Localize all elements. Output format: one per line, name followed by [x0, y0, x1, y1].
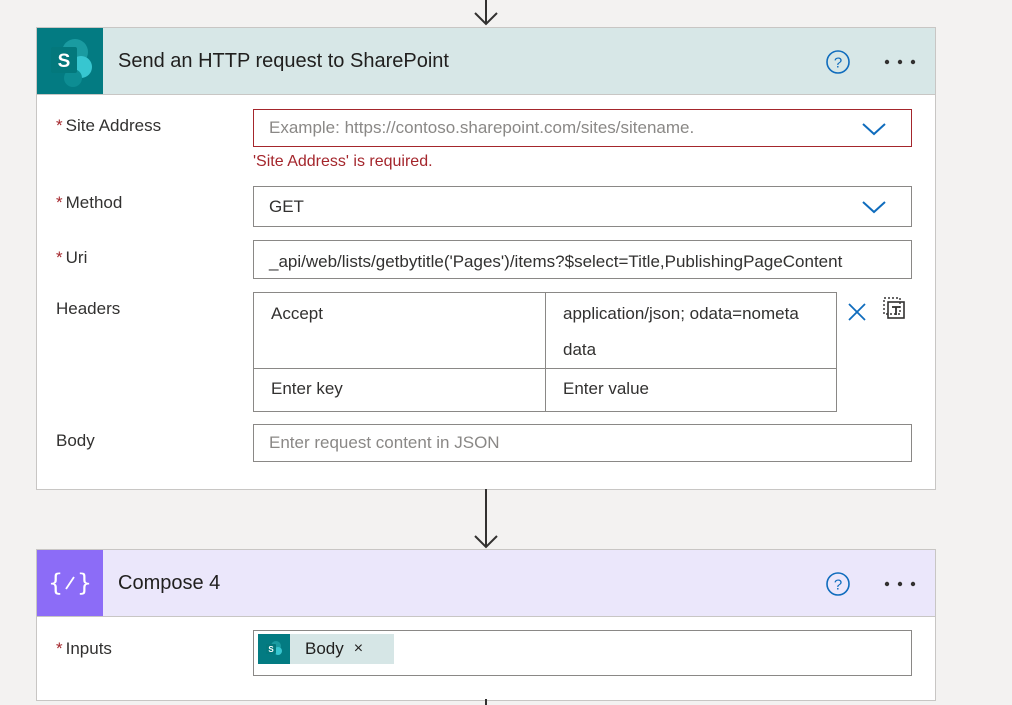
uri-input[interactable]: _api/web/lists/getbytitle('Pages')/items…: [253, 240, 912, 279]
method-label: * Method: [56, 193, 123, 212]
site-address-dropdown[interactable]: Example: https://contoso.sharepoint.com/…: [253, 109, 912, 147]
headers-table: Accept application/json; odata=nometa da…: [253, 292, 837, 412]
token-label: Body: [305, 639, 344, 658]
text-mode-icon[interactable]: [883, 297, 907, 321]
help-icon[interactable]: ?: [825, 571, 851, 597]
header-key-input[interactable]: Accept: [271, 304, 323, 324]
help-icon[interactable]: ?: [825, 49, 851, 75]
headers-divider: [254, 368, 836, 369]
svg-text:?: ?: [834, 55, 842, 72]
header-value-placeholder[interactable]: Enter value: [563, 379, 649, 399]
site-address-label: * Site Address: [56, 116, 162, 135]
dynamic-content-token[interactable]: S Body ×: [258, 634, 394, 664]
flow-connector-bottom: [485, 699, 487, 705]
method-dropdown[interactable]: GET: [253, 186, 912, 227]
header-value-input[interactable]: application/json; odata=nometa data: [563, 296, 799, 368]
uri-value: _api/web/lists/getbytitle('Pages')/items…: [269, 252, 843, 271]
flow-arrow-top: [474, 0, 498, 26]
body-label: Body: [56, 431, 95, 450]
site-address-error: 'Site Address' is required.: [253, 153, 433, 170]
svg-text:S: S: [268, 645, 274, 654]
svg-text:?: ?: [834, 577, 842, 594]
sharepoint-icon: S: [258, 634, 290, 664]
flow-arrow-middle: [474, 489, 498, 549]
sharepoint-icon: S: [37, 28, 103, 94]
svg-text:S: S: [58, 51, 71, 72]
more-options-icon[interactable]: [883, 578, 917, 590]
more-options-icon[interactable]: [883, 56, 917, 68]
sharepoint-card-header[interactable]: S Send an HTTP request to SharePoint ?: [37, 28, 935, 95]
sharepoint-http-card: S Send an HTTP request to SharePoint ? *…: [36, 27, 936, 490]
inputs-label: * Inputs: [56, 639, 112, 658]
method-value: GET: [269, 197, 304, 216]
compose-card: { } Compose 4 ? * Inputs S Body ×: [36, 549, 936, 701]
uri-label: * Uri: [56, 248, 88, 267]
chevron-down-icon[interactable]: [861, 121, 887, 137]
headers-divider: [545, 293, 546, 411]
inputs-field[interactable]: S Body ×: [253, 630, 912, 676]
remove-token-icon[interactable]: ×: [354, 631, 363, 667]
compose-icon: { }: [37, 550, 103, 616]
site-address-placeholder: Example: https://contoso.sharepoint.com/…: [269, 118, 695, 137]
body-placeholder: Enter request content in JSON: [269, 433, 500, 452]
card-title[interactable]: Send an HTTP request to SharePoint: [118, 28, 449, 94]
card-title[interactable]: Compose 4: [118, 550, 220, 616]
headers-label: Headers: [56, 299, 121, 318]
compose-card-header[interactable]: { } Compose 4 ?: [37, 550, 935, 617]
body-input[interactable]: Enter request content in JSON: [253, 424, 912, 462]
close-icon[interactable]: [847, 302, 867, 322]
header-key-placeholder[interactable]: Enter key: [271, 379, 343, 399]
chevron-down-icon[interactable]: [861, 199, 887, 215]
